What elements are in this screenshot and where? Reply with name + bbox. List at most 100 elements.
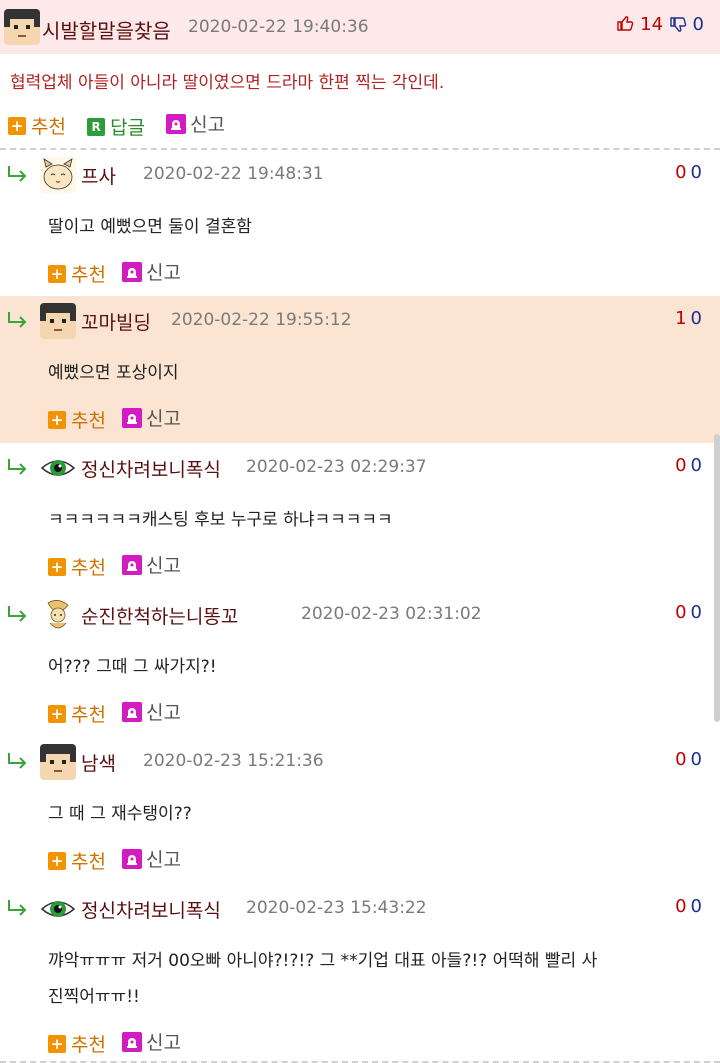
- up-count[interactable]: 0: [675, 455, 686, 476]
- reply-comment: 순진한척하는니똥꼬 2020-02-23 02:31:02 0 0 어??? 그때 그 …: [0, 590, 720, 737]
- scrollbar-thumb[interactable]: [714, 434, 720, 722]
- pixel-face-avatar-icon[interactable]: [4, 9, 40, 45]
- siren-icon: [121, 1031, 142, 1052]
- report-button[interactable]: 신고: [121, 258, 181, 285]
- comment-text: 꺄악ㅠㅠㅠ 저거 00오빠 아니야?!?!? 그 **기업 대표 아들?!? 어…: [48, 951, 598, 971]
- up-count[interactable]: 0: [675, 162, 686, 183]
- vote-box: 00: [675, 162, 702, 183]
- reply-comment: 꼬마빌딩 2020-02-22 19:55:12 1 0 예뻤으면 포상이지 + 추천 신고: [0, 296, 720, 443]
- vote-box: 00: [675, 896, 702, 917]
- reply-arrow-icon: [6, 751, 30, 771]
- up-count[interactable]: 0: [675, 749, 686, 770]
- doodle-avatar-icon[interactable]: [40, 597, 76, 633]
- plus-icon: +: [48, 557, 66, 576]
- plus-icon: +: [48, 410, 66, 429]
- eye-avatar-icon[interactable]: [40, 450, 76, 486]
- main-action-bar: + 추천 R 답글 신고: [8, 110, 241, 140]
- reply-arrow-icon: [6, 457, 30, 477]
- comment-text: 진찍어ㅠㅠ!!: [48, 987, 140, 1007]
- vote-box: 00: [675, 602, 702, 623]
- reply-arrow-icon: [6, 164, 30, 184]
- comment-author[interactable]: 꼬마빌딩: [81, 308, 151, 335]
- down-count: 0: [692, 14, 704, 35]
- reply-action-bar: + 추천 신고: [48, 258, 197, 286]
- recommend-button[interactable]: + 추천: [48, 1030, 106, 1057]
- reply-arrow-icon: [6, 898, 30, 918]
- siren-icon: [166, 113, 187, 134]
- comment-text: 그 때 그 재수탱이??: [48, 804, 192, 824]
- plus-icon: +: [48, 264, 66, 283]
- report-button[interactable]: 신고: [121, 1028, 181, 1055]
- reply-action-bar: + 추천 신고: [48, 845, 197, 873]
- comment-text: 예뻤으면 포상이지: [48, 363, 179, 383]
- comment-author[interactable]: 정신차려보니폭식: [81, 455, 221, 482]
- report-button[interactable]: 신고: [166, 110, 225, 137]
- comment-date: 2020-02-22 19:40:36: [188, 17, 369, 37]
- comment-text: 딸이고 예뻤으면 둘이 결혼함: [48, 217, 252, 237]
- siren-icon: [121, 407, 142, 428]
- comment-author[interactable]: 정신차려보니폭식: [81, 896, 221, 923]
- reply-button[interactable]: R 답글: [87, 113, 145, 140]
- down-count[interactable]: 0: [691, 162, 702, 183]
- down-count[interactable]: 0: [691, 308, 702, 329]
- plus-icon: +: [8, 116, 26, 135]
- recommend-button[interactable]: + 추천: [48, 700, 106, 727]
- reply-arrow-icon: [6, 604, 30, 624]
- recommend-button[interactable]: + 추천: [48, 260, 106, 287]
- comment-author[interactable]: 시발할말을찾음: [42, 15, 171, 44]
- comment-text: 협력업체 아들이 아니라 딸이였으면 드라마 한편 찍는 각인데.: [10, 73, 445, 93]
- pixel-face-avatar-icon[interactable]: [40, 303, 76, 339]
- comment-date: 2020-02-23 02:31:02: [301, 604, 482, 624]
- vote-box: 00: [675, 749, 702, 770]
- down-count[interactable]: 0: [691, 896, 702, 917]
- report-button[interactable]: 신고: [121, 551, 181, 578]
- down-count[interactable]: 0: [691, 602, 702, 623]
- plus-icon: +: [48, 704, 66, 723]
- reply-comment: 남색 2020-02-23 15:21:36 0 0 그 때 그 재수탱이?? + 추천 신고: [0, 737, 720, 884]
- comment-text: 어??? 그때 그 싸가지?!: [48, 657, 217, 677]
- up-count[interactable]: 0: [675, 896, 686, 917]
- recommend-button[interactable]: + 추천: [8, 112, 66, 139]
- reply-action-bar: + 추천 신고: [48, 1028, 197, 1056]
- reply-r-icon: R: [87, 117, 106, 136]
- siren-icon: [121, 554, 142, 575]
- down-count[interactable]: 0: [691, 455, 702, 476]
- comment-author[interactable]: 프사: [81, 162, 116, 189]
- main-comment: 시발할말을찾음 2020-02-22 19:40:36 14 0 협력업체 아들…: [0, 0, 720, 148]
- siren-icon: [121, 701, 142, 722]
- main-comment-header: 시발할말을찾음 2020-02-22 19:40:36 14 0: [0, 0, 720, 54]
- eye-avatar-icon[interactable]: [40, 891, 76, 927]
- vote-box: 00: [675, 455, 702, 476]
- cat-avatar-icon[interactable]: [40, 157, 76, 193]
- comment-text: ㅋㅋㅋㅋㅋㅋ캐스팅 후보 누구로 하냐ㅋㅋㅋㅋㅋ: [48, 510, 393, 530]
- comment-date: 2020-02-23 15:43:22: [246, 898, 427, 918]
- reply-arrow-icon: [6, 310, 30, 330]
- reply-action-bar: + 추천 신고: [48, 698, 197, 726]
- report-button[interactable]: 신고: [121, 698, 181, 725]
- report-button[interactable]: 신고: [121, 404, 181, 431]
- up-count[interactable]: 0: [675, 602, 686, 623]
- siren-icon: [121, 261, 142, 282]
- plus-icon: +: [48, 851, 66, 870]
- vote-box: 14 0: [616, 14, 704, 35]
- vote-box: 10: [675, 308, 702, 329]
- report-button[interactable]: 신고: [121, 845, 181, 872]
- comment-date: 2020-02-23 15:21:36: [143, 751, 324, 771]
- pixel-face-avatar-icon[interactable]: [40, 744, 76, 780]
- reply-action-bar: + 추천 신고: [48, 404, 197, 432]
- plus-icon: +: [48, 1034, 66, 1053]
- recommend-button[interactable]: + 추천: [48, 553, 106, 580]
- recommend-button[interactable]: + 추천: [48, 406, 106, 433]
- reply-action-bar: + 추천 신고: [48, 551, 197, 579]
- comment-date: 2020-02-23 02:29:37: [246, 457, 427, 477]
- thumbs-up-icon[interactable]: [616, 14, 640, 35]
- recommend-button[interactable]: + 추천: [48, 847, 106, 874]
- comment-author[interactable]: 남색: [81, 749, 116, 776]
- comment-author[interactable]: 순진한척하는니똥꼬: [81, 602, 238, 629]
- comment-date: 2020-02-22 19:55:12: [171, 310, 352, 330]
- comment-date: 2020-02-22 19:48:31: [143, 164, 324, 184]
- thumbs-down-icon[interactable]: [669, 14, 693, 35]
- siren-icon: [121, 848, 142, 869]
- up-count[interactable]: 1: [675, 308, 686, 329]
- down-count[interactable]: 0: [691, 749, 702, 770]
